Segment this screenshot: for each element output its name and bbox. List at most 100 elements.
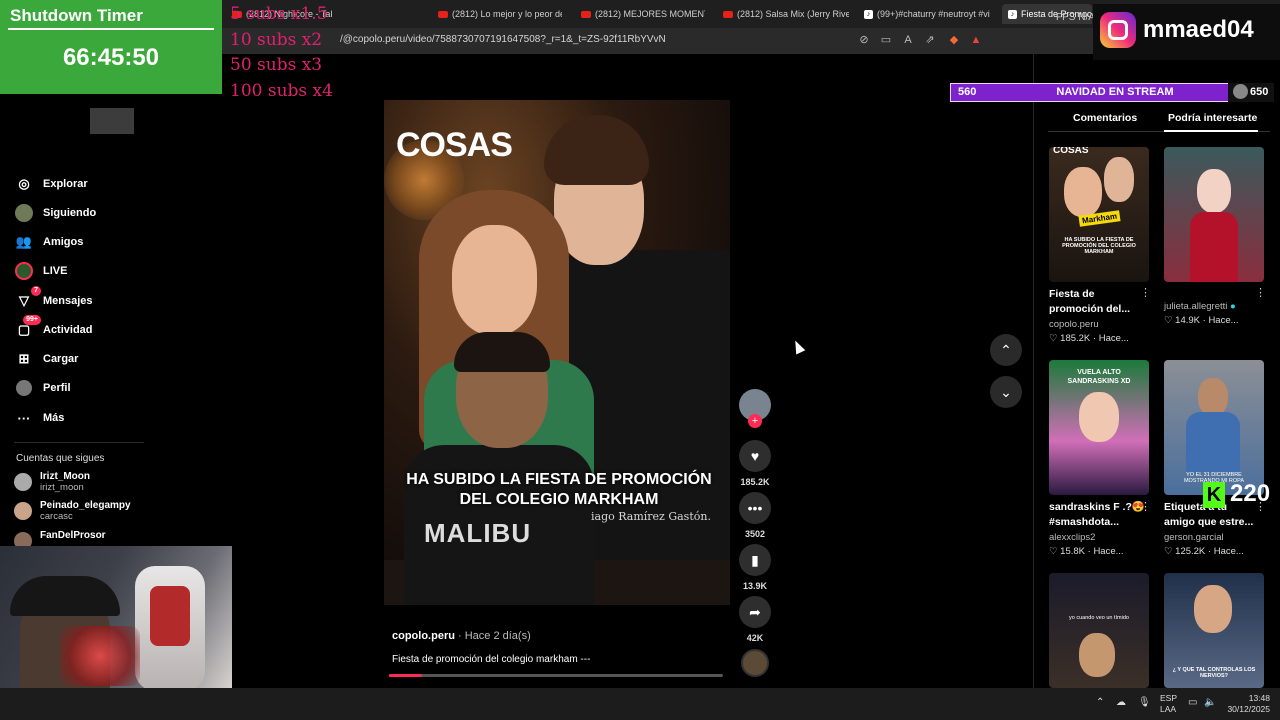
show-hidden-icons-chevron-up-icon[interactable]: ⌃ xyxy=(1096,697,1104,708)
video-thumbnail[interactable]: yo cuando veo un tímido xyxy=(1049,573,1149,688)
share-icon[interactable]: ⇗ xyxy=(923,33,937,47)
browser-tab[interactable]: (2812) Lo mejor y lo peor de 2 xyxy=(438,4,562,24)
thumbnail-face xyxy=(1194,585,1232,633)
comment-button[interactable]: ••• 3502 xyxy=(739,492,771,539)
heart-icon: ♥ xyxy=(739,440,771,472)
card-author[interactable]: alexxclips2 xyxy=(1049,532,1095,543)
cloud-icon[interactable]: ☁ xyxy=(1116,697,1126,708)
sidebar-item-siguiendo[interactable]: Siguiendo xyxy=(14,202,96,224)
brave-rewards-icon[interactable]: ▲ xyxy=(969,33,983,47)
card-like-count: 125.2K xyxy=(1175,546,1206,557)
share-button[interactable]: ➦ 42K xyxy=(739,596,771,643)
video-thumbnail[interactable]: COSAS Markham HA SUBIDO LA FIESTA DE PRO… xyxy=(1049,147,1149,282)
more-options-icon[interactable]: ⋮ xyxy=(1255,286,1266,299)
reader-mode-icon[interactable]: ▭ xyxy=(879,33,893,47)
thumbnail-dress xyxy=(1190,212,1238,282)
more-options-icon[interactable]: ⋮ xyxy=(1140,500,1151,513)
video-girl-face xyxy=(452,225,537,335)
clock[interactable]: 13:48 30/12/2025 xyxy=(1226,693,1270,715)
card-author[interactable]: julieta.allegretti xyxy=(1164,301,1227,312)
translate-icon[interactable]: A xyxy=(901,33,915,47)
brave-shield-icon[interactable]: ◆ xyxy=(947,33,961,47)
card-caption[interactable]: Fiesta de promoción del... xyxy=(1049,287,1145,317)
follow-plus-icon[interactable]: + xyxy=(748,414,762,428)
thumbnail-face xyxy=(1198,378,1228,416)
volume-icon[interactable]: 🔈 xyxy=(1204,697,1216,708)
navidad-avatar xyxy=(1233,84,1248,99)
timer-divider xyxy=(8,28,214,30)
microphone-icon[interactable]: 🎙 xyxy=(1138,697,1151,708)
active-tab-indicator xyxy=(1164,130,1258,132)
sidebar-item-perfil[interactable]: Perfil xyxy=(14,377,71,399)
video-thumbnail[interactable]: YO EL 31 DICIEMBRE MOSTRANDO MI ROPA xyxy=(1164,360,1264,495)
following-account[interactable]: Peinado_elegampy carcasc xyxy=(14,500,131,522)
tab-label: (2812) MEJORES MOMENTOS ! xyxy=(595,9,705,19)
more-options-icon[interactable]: ⋮ xyxy=(1140,286,1151,299)
thumbnail-face xyxy=(1079,633,1115,677)
card-stats: ♡ 15.8K · Hace... xyxy=(1049,546,1124,557)
sidebar-item-label: Siguiendo xyxy=(43,207,97,219)
next-video-chevron-down-icon[interactable]: ⌄ xyxy=(990,376,1022,408)
video-overlay-title: COSAS xyxy=(396,126,513,164)
sidebar-item-explorar[interactable]: ◎ Explorar xyxy=(14,173,87,195)
account-name: FanDelProsor xyxy=(40,530,106,541)
following-avatar-icon xyxy=(14,203,34,223)
card-like-count: 15.8K xyxy=(1060,546,1085,557)
card-stats: ♡ 14.9K · Hace... xyxy=(1164,315,1239,326)
card-stats: ♡ 125.2K · Hace... xyxy=(1164,546,1244,557)
streamer-cap xyxy=(10,576,120,616)
red-light xyxy=(60,626,140,686)
more-icon: ··· xyxy=(17,410,31,426)
thumbnail-face xyxy=(1197,169,1231,213)
video-thumbnail[interactable]: VUELA ALTO SANDRASKINS XD xyxy=(1049,360,1149,495)
tab-comentarios[interactable]: Comentarios xyxy=(1073,112,1137,124)
save-button[interactable]: ▮ 13.9K xyxy=(739,544,771,591)
timer-value: 66:45:50 xyxy=(62,44,160,71)
tab-label: (99+)#chaturry #neutroyt #vir xyxy=(877,9,990,19)
like-button[interactable]: ♥ 185.2K xyxy=(739,440,771,487)
clock-date: 30/12/2025 xyxy=(1227,704,1270,714)
profile-icon xyxy=(14,378,34,398)
tab-podria-interesarte[interactable]: Podría interesarte xyxy=(1168,112,1257,124)
sidebar-item-live[interactable]: LIVE xyxy=(14,260,67,282)
video-player[interactable]: COSAS MALIBU HA SUBIDO LA FIESTA DE PROM… xyxy=(384,100,730,605)
avatar xyxy=(14,473,32,491)
account-name: Peinado_elegampy xyxy=(40,500,131,511)
video-author-line[interactable]: copolo.peru · Hace 2 día(s) xyxy=(392,630,531,642)
browser-tab[interactable]: (2812) MEJORES MOMENTOS ! xyxy=(581,4,705,24)
card-author-line[interactable]: julieta.allegretti ● xyxy=(1164,301,1236,312)
sidebar-item-actividad[interactable]: ▢ 99+ Actividad xyxy=(14,315,93,341)
browser-tab[interactable]: (2812) Salsa Mix (Jerry Rivera, F xyxy=(723,4,849,24)
video-progress-bar[interactable] xyxy=(389,674,723,677)
comment-count: 3502 xyxy=(744,529,766,539)
video-thumbnail[interactable] xyxy=(1164,147,1264,282)
tiktok-icon: ♪ xyxy=(864,9,873,19)
following-account[interactable]: Irizt_Moon irizt_moon xyxy=(14,471,90,493)
taskbar xyxy=(0,688,1280,720)
sidebar-item-amigos[interactable]: 👥 Amigos xyxy=(14,231,83,253)
video-man-hair xyxy=(454,332,550,372)
browser-tab[interactable]: ♪ (99+)#chaturry #neutroyt #vir xyxy=(864,4,990,24)
card-like-count: 185.2K xyxy=(1060,333,1091,344)
card-like-count: 14.9K xyxy=(1175,315,1200,326)
video-thumbnail[interactable]: ¿ Y QUE TAL CONTROLAS LOS NERVIOS? xyxy=(1164,573,1264,688)
share-arrow-icon: ➦ xyxy=(739,596,771,628)
stream-overlay-thumbnail xyxy=(90,108,134,134)
kick-follower-count: 220 xyxy=(1230,480,1271,507)
tab-label: (2812) Lo mejor y lo peor de 2 xyxy=(452,9,562,19)
sidebar-item-cargar[interactable]: ⊞ Cargar xyxy=(14,348,79,370)
sidebar-item-mas[interactable]: ··· Más xyxy=(14,407,65,429)
card-author[interactable]: copolo.peru xyxy=(1049,319,1099,330)
activity-icon: ▢ 99+ xyxy=(14,315,41,340)
card-author[interactable]: gerson.garcial xyxy=(1164,532,1224,543)
mute-tab-icon[interactable]: ⊘ xyxy=(857,33,871,47)
sidebar-item-mensajes[interactable]: ▽ 7 Mensajes xyxy=(14,286,93,312)
network-icon[interactable]: ▭ xyxy=(1188,697,1197,708)
language-indicator[interactable]: ESP LAA xyxy=(1160,693,1177,715)
card-caption[interactable]: sandraskins F .?😍 #smashdota... xyxy=(1049,500,1145,530)
share-count: 42K xyxy=(746,633,764,643)
url-text[interactable]: /@copolo.peru/video/7588730707191647508?… xyxy=(340,34,666,45)
previous-video-chevron-up-icon[interactable]: ⌃ xyxy=(990,334,1022,366)
video-author[interactable]: copolo.peru xyxy=(392,630,455,642)
music-disc-icon[interactable] xyxy=(741,649,769,677)
